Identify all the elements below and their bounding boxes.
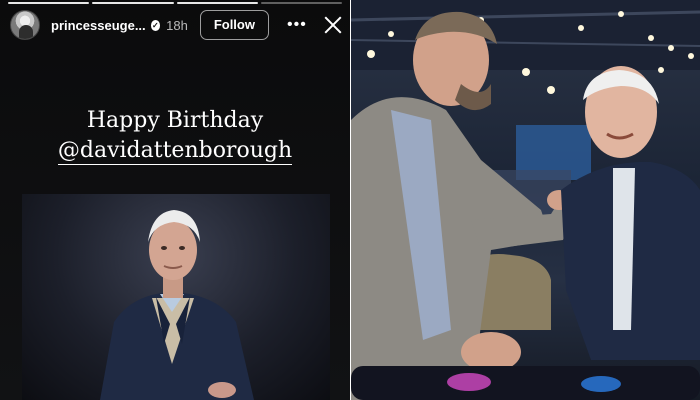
instagram-story: princesseuge... ✓ 18h Follow ••• Happy B… xyxy=(0,0,350,400)
close-icon[interactable] xyxy=(323,15,340,35)
story-portrait-photo xyxy=(22,194,330,400)
mention-link[interactable]: @davidattenborough xyxy=(57,138,293,165)
story-timestamp: 18h xyxy=(166,17,188,33)
story-progress-segment xyxy=(176,2,258,4)
more-options-icon[interactable]: ••• xyxy=(287,17,307,33)
greeting-line: Happy Birthday xyxy=(86,108,264,133)
event-photo xyxy=(351,0,700,400)
story-header: princesseuge... ✓ 18h Follow ••• xyxy=(10,8,340,42)
story-username[interactable]: princesseuge... xyxy=(51,18,146,33)
avatar[interactable] xyxy=(10,10,40,40)
follow-button[interactable]: Follow xyxy=(199,10,269,40)
story-progress-bar xyxy=(8,2,342,4)
story-progress-segment xyxy=(92,2,174,4)
verified-badge-icon: ✓ xyxy=(150,19,161,31)
story-progress-segment xyxy=(260,2,342,4)
story-progress-segment xyxy=(8,2,90,4)
event-photo-illustration xyxy=(351,0,700,400)
portrait-illustration xyxy=(100,210,254,400)
story-greeting-text: Happy Birthday @davidattenborough xyxy=(0,106,350,166)
